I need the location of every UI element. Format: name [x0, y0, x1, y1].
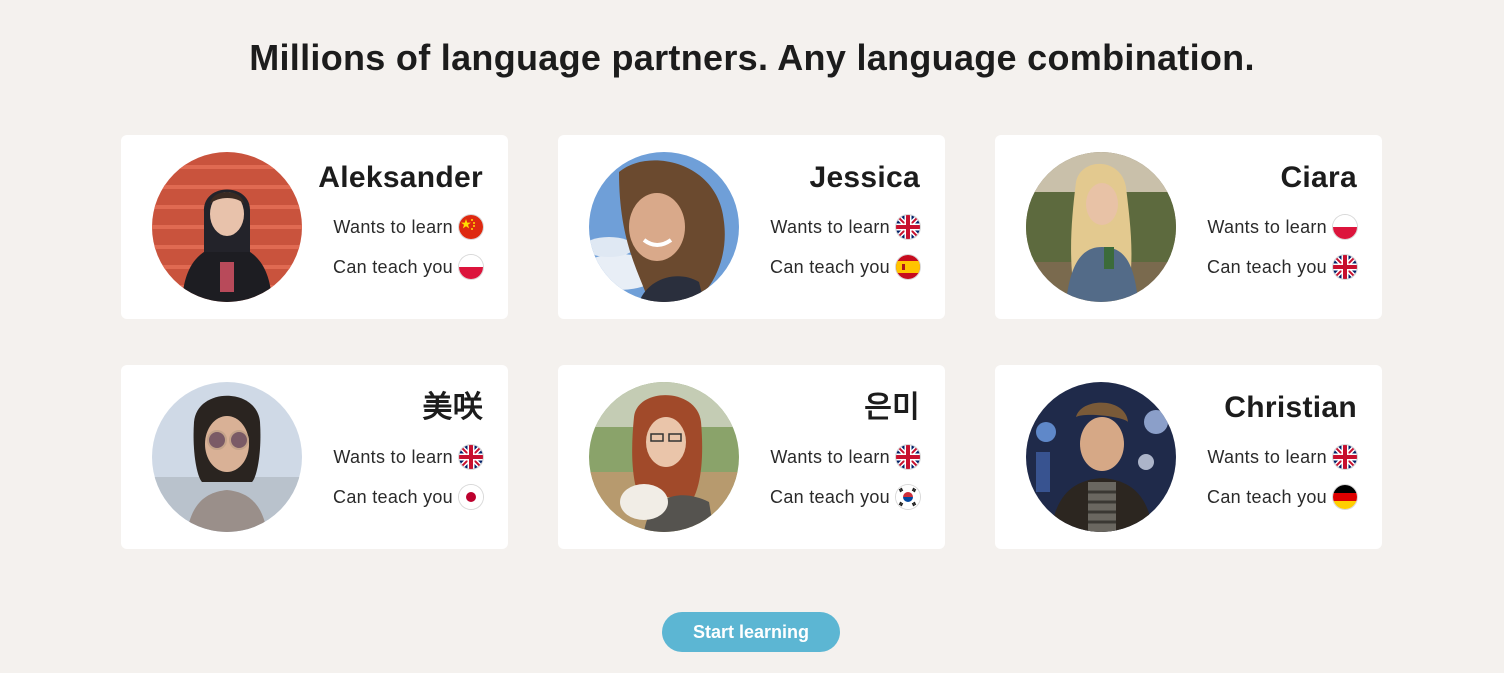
can-teach-label: Can teach you — [333, 486, 453, 507]
avatar — [1026, 382, 1176, 532]
can-teach-label: Can teach you — [770, 486, 890, 507]
avatar — [1026, 152, 1176, 302]
partner-card[interactable]: Ciara Wants to learn Can teach you — [995, 135, 1382, 319]
can-teach-label: Can teach you — [1207, 486, 1327, 507]
partner-grid: Aleksander Wants to learn Can teach you — [121, 135, 1382, 549]
wants-to-learn-row: Wants to learn — [1207, 437, 1357, 477]
wants-to-learn-label: Wants to learn — [1207, 216, 1327, 237]
avatar — [152, 382, 302, 532]
poland-flag-icon — [1333, 215, 1357, 239]
can-teach-row: Can teach you — [770, 477, 920, 517]
wants-to-learn-row: Wants to learn — [770, 207, 920, 247]
partner-name: Ciara — [1280, 161, 1357, 194]
can-teach-row: Can teach you — [333, 477, 483, 517]
south-korea-flag-icon — [896, 485, 920, 509]
uk-flag-icon — [1333, 255, 1357, 279]
wants-to-learn-label: Wants to learn — [770, 216, 890, 237]
can-teach-label: Can teach you — [333, 256, 453, 277]
wants-to-learn-label: Wants to learn — [333, 216, 453, 237]
can-teach-row: Can teach you — [318, 247, 483, 287]
wants-to-learn-row: Wants to learn — [1207, 207, 1357, 247]
partner-name: Christian — [1224, 391, 1357, 424]
germany-flag-icon — [1333, 485, 1357, 509]
uk-flag-icon — [896, 215, 920, 239]
partner-info: Aleksander Wants to learn Can teach you — [318, 157, 483, 287]
partner-card[interactable]: Jessica Wants to learn Can teach you — [558, 135, 945, 319]
partner-info: 美咲 Wants to learn Can teach you — [333, 387, 483, 517]
can-teach-row: Can teach you — [1207, 477, 1357, 517]
wants-to-learn-row: Wants to learn — [770, 437, 920, 477]
can-teach-row: Can teach you — [770, 247, 920, 287]
avatar — [152, 152, 302, 302]
wants-to-learn-label: Wants to learn — [1207, 446, 1327, 467]
wants-to-learn-row: Wants to learn — [318, 207, 483, 247]
partner-card[interactable]: 은미 Wants to learn Can teach you — [558, 365, 945, 549]
partner-card[interactable]: 美咲 Wants to learn Can teach you — [121, 365, 508, 549]
china-flag-icon — [459, 215, 483, 239]
partner-name: Aleksander — [318, 161, 483, 194]
can-teach-label: Can teach you — [770, 256, 890, 277]
partner-info: Jessica Wants to learn Can teach you — [770, 157, 920, 287]
partner-name: 美咲 — [422, 391, 483, 424]
partner-card[interactable]: Aleksander Wants to learn Can teach you — [121, 135, 508, 319]
partner-name: Jessica — [809, 161, 920, 194]
start-learning-button[interactable]: Start learning — [662, 612, 840, 652]
partner-card[interactable]: Christian Wants to learn Can teach you — [995, 365, 1382, 549]
partner-info: 은미 Wants to learn Can teach you — [770, 387, 920, 517]
page-headline: Millions of language partners. Any langu… — [249, 37, 1255, 78]
avatar — [589, 152, 739, 302]
wants-to-learn-label: Wants to learn — [770, 446, 890, 467]
partner-info: Christian Wants to learn Can teach you — [1207, 387, 1357, 517]
uk-flag-icon — [896, 445, 920, 469]
poland-flag-icon — [459, 255, 483, 279]
japan-flag-icon — [459, 485, 483, 509]
wants-to-learn-label: Wants to learn — [333, 446, 453, 467]
uk-flag-icon — [1333, 445, 1357, 469]
page: Millions of language partners. Any langu… — [0, 0, 1504, 673]
partner-info: Ciara Wants to learn Can teach you — [1207, 157, 1357, 287]
spain-flag-icon — [896, 255, 920, 279]
can-teach-label: Can teach you — [1207, 256, 1327, 277]
uk-flag-icon — [459, 445, 483, 469]
avatar — [589, 382, 739, 532]
can-teach-row: Can teach you — [1207, 247, 1357, 287]
wants-to-learn-row: Wants to learn — [333, 437, 483, 477]
partner-name: 은미 — [864, 391, 920, 424]
